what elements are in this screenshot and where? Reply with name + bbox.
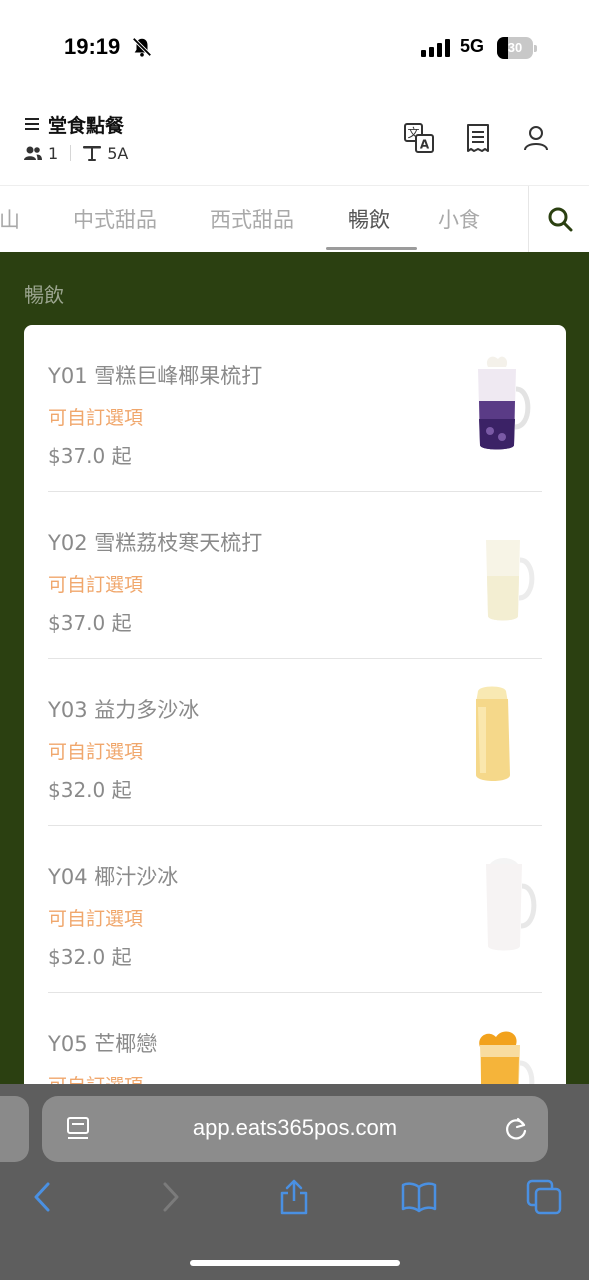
table-number: 5A — [107, 143, 129, 163]
item-name: Y01 雪糕巨峰椰果梳打 — [48, 364, 263, 388]
menu-item[interactable]: Y02 雪糕荔枝寒天梳打 可自訂選項 $37.0 起 — [48, 492, 542, 659]
tab-category-3[interactable]: 西式甜品 — [210, 204, 294, 234]
reload-icon[interactable] — [502, 1115, 530, 1143]
people-icon — [24, 146, 42, 160]
previous-tab-preview[interactable] — [0, 1096, 29, 1162]
purple-soda-glass-image — [478, 356, 531, 450]
translate-icon[interactable]: 文 A — [403, 122, 435, 154]
item-name: Y04 椰汁沙冰 — [48, 865, 179, 889]
item-price: $37.0 起 — [48, 444, 132, 468]
receipt-icon[interactable] — [462, 122, 494, 154]
page-title[interactable]: 堂食點餐 — [48, 111, 124, 138]
menu-item[interactable]: Y04 椰汁沙冰 可自訂選項 $32.0 起 — [48, 826, 542, 993]
category-tabs: 雪山 中式甜品 西式甜品 暢飲 小食 — [0, 185, 589, 252]
coconut-slush-mug-image — [486, 858, 537, 951]
bookmarks-icon[interactable] — [401, 1179, 437, 1215]
item-option-label: 可自訂選項 — [48, 1071, 143, 1084]
yakult-slush-cup-image — [476, 686, 510, 781]
share-icon[interactable] — [276, 1179, 312, 1215]
guest-count: 1 — [48, 143, 59, 163]
menu-card: Y01 雪糕巨峰椰果梳打 可自訂選項 $37.0 起 Y02 雪糕荔枝寒天梳打 … — [24, 325, 566, 1084]
status-time: 19:19 — [64, 34, 121, 59]
battery-percent: 30 — [507, 40, 523, 55]
item-name: Y03 益力多沙冰 — [48, 698, 200, 722]
forward-icon[interactable] — [152, 1179, 188, 1215]
menu-item[interactable]: Y01 雪糕巨峰椰果梳打 可自訂選項 $37.0 起 — [48, 325, 542, 492]
svg-text:A: A — [420, 138, 430, 152]
section-title: 暢飲 — [24, 283, 64, 307]
app-header: 堂食點餐 1 5A 文 A — [0, 95, 589, 185]
back-icon[interactable] — [25, 1179, 61, 1215]
tab-category-5[interactable]: 小食 — [438, 204, 480, 234]
tab-category-2[interactable]: 中式甜品 — [73, 204, 157, 234]
menu-content: 暢飲 Y01 雪糕巨峰椰果梳打 可自訂選項 $37.0 起 Y02 雪糕荔枝寒天… — [0, 252, 589, 1084]
item-option-label: 可自訂選項 — [48, 908, 144, 930]
tab-category-active[interactable]: 暢飲 — [348, 204, 390, 234]
order-meta[interactable]: 1 5A — [24, 143, 128, 163]
item-price: $37.0 起 — [48, 611, 132, 635]
menu-item[interactable]: Y03 益力多沙冰 可自訂選項 $32.0 起 — [48, 659, 542, 826]
network-type: 5G — [460, 36, 485, 56]
active-tab-indicator — [326, 247, 417, 250]
address-bar[interactable]: app.eats365pos.com — [42, 1096, 548, 1162]
menu-icon[interactable] — [25, 116, 41, 132]
mango-coconut-mug-image — [479, 1031, 535, 1084]
url-text[interactable]: app.eats365pos.com — [42, 1115, 548, 1141]
signal-icon — [421, 39, 450, 57]
browser-toolbar: app.eats365pos.com — [0, 1084, 589, 1280]
home-indicator — [190, 1260, 400, 1266]
search-icon[interactable] — [547, 206, 573, 232]
status-bar: 19:19 5G 30 — [0, 0, 589, 95]
lychee-soda-mug-image — [486, 540, 535, 621]
user-icon[interactable] — [520, 122, 552, 154]
battery-icon: 30 — [497, 37, 537, 59]
bell-muted-icon — [132, 37, 152, 57]
tabs-icon[interactable] — [526, 1179, 562, 1215]
table-icon — [83, 146, 102, 161]
menu-item[interactable]: Y05 芒椰戀 可自訂選項 — [48, 993, 542, 1084]
tabs-divider — [528, 186, 529, 252]
item-name: Y05 芒椰戀 — [48, 1032, 158, 1056]
tab-category-1[interactable]: 雪山 — [0, 204, 20, 234]
item-price: $32.0 起 — [48, 945, 132, 969]
item-price: $32.0 起 — [48, 778, 132, 802]
item-option-label: 可自訂選項 — [48, 407, 144, 429]
item-option-label: 可自訂選項 — [48, 574, 144, 596]
item-name: Y02 雪糕荔枝寒天梳打 — [48, 531, 263, 555]
item-option-label: 可自訂選項 — [48, 741, 144, 763]
